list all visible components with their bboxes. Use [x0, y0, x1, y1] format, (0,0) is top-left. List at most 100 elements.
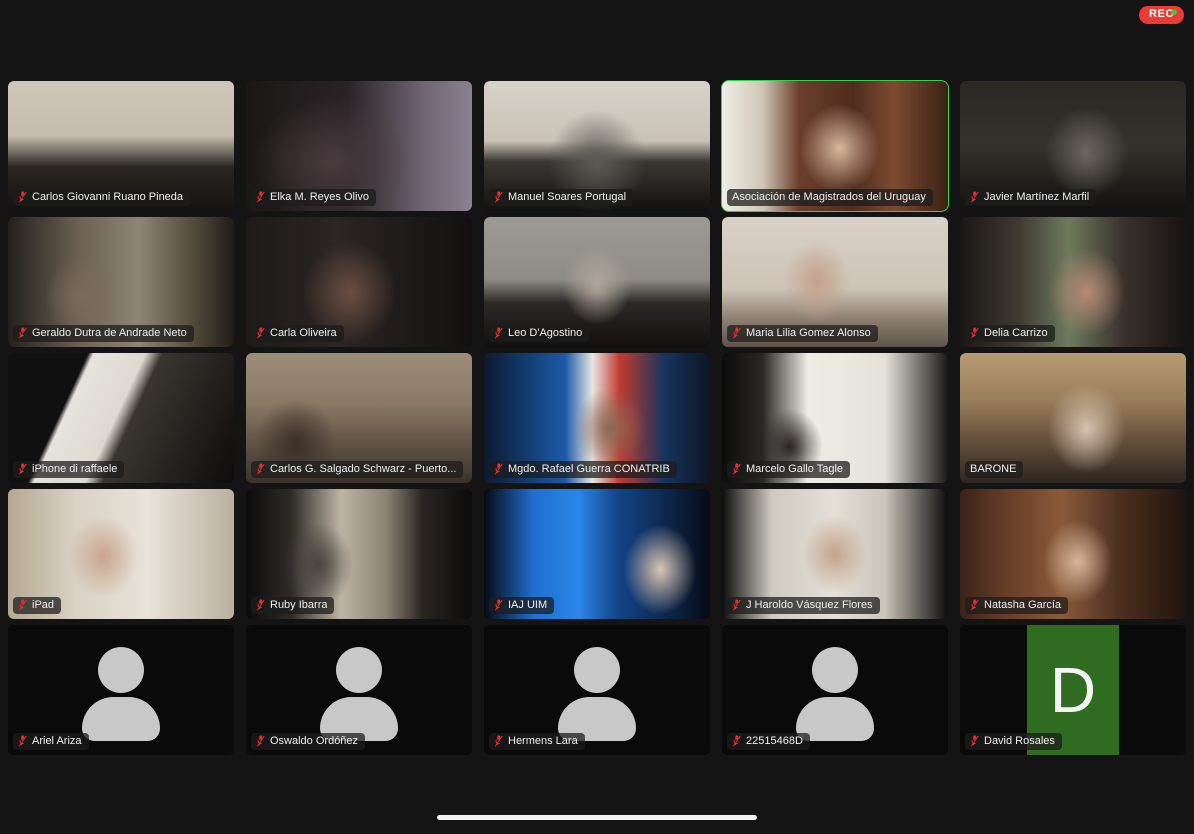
- muted-microphone-icon: [494, 191, 503, 203]
- participant-tile[interactable]: IAJ UIM: [484, 489, 710, 619]
- muted-microphone-icon: [18, 327, 27, 339]
- participant-nameplate: Geraldo Dutra de Andrade Neto: [13, 325, 194, 342]
- participant-tile[interactable]: Ruby Ibarra: [246, 489, 472, 619]
- participant-name: Ariel Ariza: [32, 735, 82, 747]
- home-indicator[interactable]: [437, 815, 757, 820]
- participant-nameplate: Mgdo. Rafael Guerra CONATRIB: [489, 461, 677, 478]
- participant-nameplate: Carlos G. Salgado Schwarz - Puerto...: [251, 461, 464, 478]
- muted-microphone-icon: [18, 463, 27, 475]
- participant-name: Manuel Soares Portugal: [508, 191, 627, 203]
- muted-microphone-icon: [256, 327, 265, 339]
- participant-name: Javier Martínez Marfil: [984, 191, 1090, 203]
- participant-name: Leo D'Agostino: [508, 327, 583, 339]
- muted-microphone-icon: [18, 735, 27, 747]
- participant-tile[interactable]: D David Rosales: [960, 625, 1186, 755]
- muted-microphone-icon: [256, 735, 265, 747]
- muted-microphone-icon: [494, 463, 503, 475]
- muted-microphone-icon: [18, 191, 27, 203]
- participant-tile[interactable]: Asociación de Magistrados del Uruguay: [721, 80, 949, 212]
- participant-tile[interactable]: Natasha García: [960, 489, 1186, 619]
- participant-name: IAJ UIM: [508, 599, 548, 611]
- participant-name: J Haroldo Vásquez Flores: [746, 599, 873, 611]
- participant-tile[interactable]: Hermens Lara: [484, 625, 710, 755]
- participant-name: Delia Carrizo: [984, 327, 1048, 339]
- participant-nameplate: Javier Martínez Marfil: [965, 189, 1097, 206]
- participant-name: Geraldo Dutra de Andrade Neto: [32, 327, 187, 339]
- participant-grid: Carlos Giovanni Ruano Pineda Elka M. Reye…: [8, 80, 1186, 755]
- participant-tile[interactable]: Leo D'Agostino: [484, 217, 710, 347]
- participant-name: Oswaldo Ordóñez: [270, 735, 359, 747]
- participant-nameplate: J Haroldo Vásquez Flores: [727, 597, 880, 614]
- muted-microphone-icon: [732, 599, 741, 611]
- participant-tile[interactable]: Manuel Soares Portugal: [484, 81, 710, 211]
- participant-name: Carlos G. Salgado Schwarz - Puerto...: [270, 463, 457, 475]
- participant-tile[interactable]: Javier Martínez Marfil: [960, 81, 1186, 211]
- recording-status-dot: [1171, 9, 1177, 15]
- participant-name: David Rosales: [984, 735, 1055, 747]
- participant-tile[interactable]: Elka M. Reyes Olivo: [246, 81, 472, 211]
- participant-tile[interactable]: Geraldo Dutra de Andrade Neto: [8, 217, 234, 347]
- participant-nameplate: Marcelo Gallo Tagle: [727, 461, 851, 478]
- participant-nameplate: IAJ UIM: [489, 597, 555, 614]
- participant-tile[interactable]: Marcelo Gallo Tagle: [722, 353, 948, 483]
- participant-nameplate: Ariel Ariza: [13, 733, 89, 750]
- muted-microphone-icon: [970, 191, 979, 203]
- participant-nameplate: Carla Oliveira: [251, 325, 344, 342]
- muted-microphone-icon: [732, 327, 741, 339]
- top-bar: REC: [0, 0, 1194, 78]
- participant-nameplate: Hermens Lara: [489, 733, 585, 750]
- participant-tile[interactable]: iPhone di raffaele: [8, 353, 234, 483]
- participant-name: Carlos Giovanni Ruano Pineda: [32, 191, 184, 203]
- muted-microphone-icon: [18, 599, 27, 611]
- participant-nameplate: Asociación de Magistrados del Uruguay: [727, 189, 933, 206]
- muted-microphone-icon: [256, 599, 265, 611]
- participant-name: Maria Lilia Gomez Alonso: [746, 327, 871, 339]
- participant-nameplate: iPhone di raffaele: [13, 461, 125, 478]
- participant-nameplate: Leo D'Agostino: [489, 325, 590, 342]
- participant-nameplate: iPad: [13, 597, 62, 614]
- participant-name: 22515468D: [746, 735, 803, 747]
- participant-nameplate: Carlos Giovanni Ruano Pineda: [13, 189, 191, 206]
- participant-tile[interactable]: 22515468D: [722, 625, 948, 755]
- participant-nameplate: Manuel Soares Portugal: [489, 189, 634, 206]
- participant-nameplate: David Rosales: [965, 733, 1062, 750]
- muted-microphone-icon: [970, 735, 979, 747]
- participant-name: Marcelo Gallo Tagle: [746, 463, 844, 475]
- participant-name: Elka M. Reyes Olivo: [270, 191, 370, 203]
- muted-microphone-icon: [494, 599, 503, 611]
- participant-tile[interactable]: Oswaldo Ordóñez: [246, 625, 472, 755]
- participant-tile[interactable]: Carla Oliveira: [246, 217, 472, 347]
- participant-tile[interactable]: Ariel Ariza: [8, 625, 234, 755]
- recording-label: REC: [1148, 8, 1174, 20]
- participant-tile[interactable]: Delia Carrizo: [960, 217, 1186, 347]
- participant-name: iPad: [32, 599, 55, 611]
- participant-nameplate: Delia Carrizo: [965, 325, 1055, 342]
- participant-nameplate: BARONE: [965, 461, 1024, 478]
- participant-nameplate: Oswaldo Ordóñez: [251, 733, 366, 750]
- muted-microphone-icon: [256, 463, 265, 475]
- participant-nameplate: Ruby Ibarra: [251, 597, 335, 614]
- participant-name: iPhone di raffaele: [32, 463, 118, 475]
- recording-badge[interactable]: REC: [1138, 6, 1184, 24]
- participant-tile[interactable]: Maria Lilia Gomez Alonso: [722, 217, 948, 347]
- muted-microphone-icon: [494, 735, 503, 747]
- muted-microphone-icon: [732, 735, 741, 747]
- muted-microphone-icon: [970, 327, 979, 339]
- participant-nameplate: Maria Lilia Gomez Alonso: [727, 325, 878, 342]
- participant-nameplate: 22515468D: [727, 733, 810, 750]
- muted-microphone-icon: [732, 463, 741, 475]
- participant-name: Asociación de Magistrados del Uruguay: [732, 191, 926, 203]
- participant-name: Ruby Ibarra: [270, 599, 328, 611]
- participant-tile[interactable]: Carlos G. Salgado Schwarz - Puerto...: [246, 353, 472, 483]
- participant-nameplate: Natasha García: [965, 597, 1069, 614]
- participant-name: BARONE: [970, 463, 1017, 475]
- participant-tile[interactable]: Carlos Giovanni Ruano Pineda: [8, 81, 234, 211]
- participant-tile[interactable]: iPad: [8, 489, 234, 619]
- participant-tile[interactable]: BARONE: [960, 353, 1186, 483]
- participant-tile[interactable]: J Haroldo Vásquez Flores: [722, 489, 948, 619]
- participant-name: Natasha García: [984, 599, 1062, 611]
- video-conference-app: REC Carlos Giovanni Ruano Pineda Elka M. …: [0, 0, 1194, 834]
- participant-name: Carla Oliveira: [270, 327, 337, 339]
- participant-name: Mgdo. Rafael Guerra CONATRIB: [508, 463, 670, 475]
- participant-tile[interactable]: Mgdo. Rafael Guerra CONATRIB: [484, 353, 710, 483]
